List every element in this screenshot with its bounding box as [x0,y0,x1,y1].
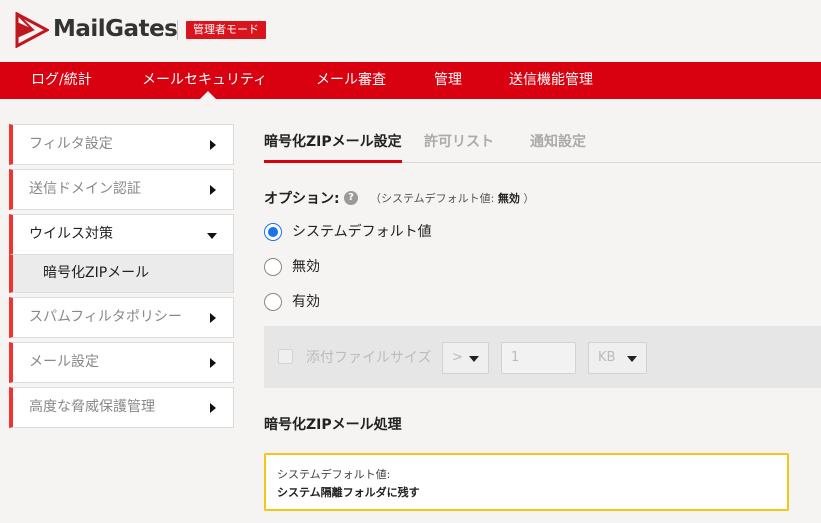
note-prefix: （システムデフォルト値: [370,192,498,205]
active-nav-indicator [200,91,216,99]
sidebar: フィルタ設定 送信ドメイン認証 ウイルス対策 暗号化ZIPメール スパムフィルタ… [9,124,234,432]
unit-value: KB [598,350,616,365]
chevron-right-icon [210,185,216,195]
radio-label: 無効 [292,259,320,275]
attachment-size-label: 添付ファイルサイズ [306,350,432,366]
sidebar-item-mail-settings[interactable]: メール設定 [9,342,234,383]
sidebar-item-label: フィルタ設定 [29,136,113,152]
tab-bar: 暗号化ZIPメール設定 許可リスト 通知設定 [264,124,821,163]
sidebar-item-advanced-threat[interactable]: 高度な脅威保護管理 [9,387,234,428]
sidebar-subitem-label: 暗号化ZIPメール [43,265,150,281]
tab-notification-settings[interactable]: 通知設定 [530,124,586,163]
radio-button[interactable] [264,293,282,311]
options-default-note: （システムデフォルト値: 無効 ） [370,190,534,206]
operator-value: > [452,350,463,365]
brand-divider [177,20,178,40]
radio-label: 有効 [292,294,320,310]
processing-default-value: システム隔離フォルダに残す [277,486,420,499]
attachment-size-panel: 添付ファイルサイズ > 1 KB [264,326,821,388]
chevron-right-icon [210,313,216,323]
top-navigation: ログ/統計 メールセキュリティ メール審査 管理 送信機能管理 [0,62,821,99]
sidebar-item-spam-policy[interactable]: スパムフィルタポリシー [9,297,234,338]
sidebar-item-antivirus[interactable]: ウイルス対策 [9,214,234,255]
sidebar-group-antivirus: ウイルス対策 暗号化ZIPメール [9,214,234,293]
sidebar-subitem-encrypted-zip[interactable]: 暗号化ZIPメール [9,255,234,293]
help-icon[interactable]: ? [344,191,358,205]
sidebar-item-label: スパムフィルタポリシー [29,309,182,325]
operator-select[interactable]: > [442,342,489,374]
chevron-right-icon [210,140,216,150]
attachment-size-checkbox[interactable] [278,349,293,364]
sidebar-item-label: 高度な脅威保護管理 [29,399,155,415]
size-input[interactable]: 1 [501,342,576,374]
processing-title: 暗号化ZIPメール処理 [264,417,402,433]
unit-select[interactable]: KB [588,342,647,374]
header: MailGates 管理者モード [0,0,821,62]
options-title: オプション: [264,191,340,207]
chevron-right-icon [210,358,216,368]
processing-default-box: システムデフォルト値: システム隔離フォルダに残す [264,453,789,511]
brand-name: MailGates [53,16,178,42]
processing-default-label: システムデフォルト値: [277,468,391,481]
nav-send-function[interactable]: 送信機能管理 [509,62,593,99]
radio-button[interactable] [264,258,282,276]
mailgates-logo-icon [15,12,49,48]
sidebar-item-label: メール設定 [29,354,99,370]
admin-mode-badge: 管理者モード [186,21,266,39]
radio-button[interactable] [264,223,282,241]
chevron-down-icon [627,356,637,362]
sidebar-item-label: ウイルス対策 [29,226,113,242]
chevron-right-icon [210,403,216,413]
sidebar-item-sender-auth[interactable]: 送信ドメイン認証 [9,169,234,210]
chevron-down-icon [469,356,479,362]
note-suffix: ） [519,192,535,205]
nav-log-stats[interactable]: ログ/統計 [31,62,92,99]
tab-encrypted-zip-settings[interactable]: 暗号化ZIPメール設定 [264,124,402,163]
nav-mail-review[interactable]: メール審査 [316,62,386,99]
sidebar-item-label: 送信ドメイン認証 [29,181,141,197]
tab-allow-list[interactable]: 許可リスト [424,124,494,163]
chevron-down-icon [207,233,217,239]
note-value: 無効 [497,192,520,205]
sidebar-item-filter-settings[interactable]: フィルタ設定 [9,124,234,165]
nav-admin[interactable]: 管理 [434,62,462,99]
radio-label: システムデフォルト値 [292,224,432,240]
